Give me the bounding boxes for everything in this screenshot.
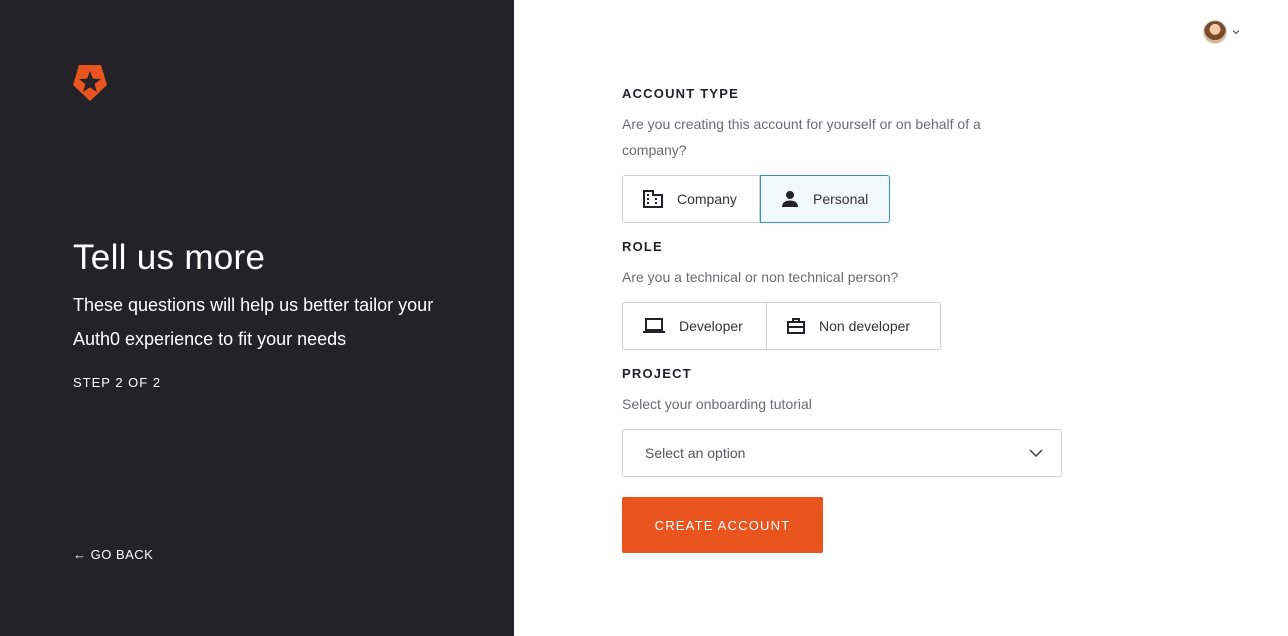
company-option-button[interactable]: Company <box>622 175 760 223</box>
account-type-label: ACCOUNT TYPE <box>622 86 739 101</box>
right-panel: ACCOUNT TYPE Are you creating this accou… <box>514 0 1288 636</box>
developer-option-button[interactable]: Developer <box>622 302 767 350</box>
role-question: Are you a technical or non technical per… <box>622 269 899 285</box>
project-label: PROJECT <box>622 366 692 381</box>
role-label: ROLE <box>622 239 663 254</box>
personal-option-button[interactable]: Personal <box>760 175 890 223</box>
page-title: Tell us more <box>73 238 266 277</box>
chevron-down-icon <box>1029 449 1043 457</box>
tutorial-select[interactable]: Select an option <box>622 429 1062 477</box>
non-developer-option-button[interactable]: Non developer <box>767 302 941 350</box>
personal-option-label: Personal <box>813 191 869 207</box>
person-icon <box>782 191 798 207</box>
chevron-down-icon <box>1232 30 1240 35</box>
project-question: Select your onboarding tutorial <box>622 396 812 412</box>
briefcase-icon <box>787 318 805 334</box>
create-account-button[interactable]: CREATE ACCOUNT <box>622 497 823 553</box>
account-type-question: Are you creating this account for yourse… <box>622 116 981 158</box>
step-indicator: STEP 2 OF 2 <box>73 375 162 390</box>
company-option-label: Company <box>677 191 737 207</box>
avatar[interactable] <box>1203 20 1227 44</box>
account-type-options: Company Personal <box>622 175 890 223</box>
non-developer-option-label: Non developer <box>819 318 911 334</box>
building-icon <box>643 190 663 208</box>
user-menu[interactable] <box>1203 20 1241 44</box>
role-options: Developer Non developer <box>622 302 941 350</box>
developer-option-label: Developer <box>679 318 743 334</box>
left-panel: Tell us more These questions will help u… <box>0 0 514 636</box>
laptop-icon <box>643 318 665 333</box>
auth0-logo-icon <box>73 65 107 101</box>
page-subtitle: These questions will help us better tail… <box>73 295 434 349</box>
go-back-link[interactable]: ← GO BACK <box>73 547 153 562</box>
tutorial-select-value: Select an option <box>645 445 746 461</box>
